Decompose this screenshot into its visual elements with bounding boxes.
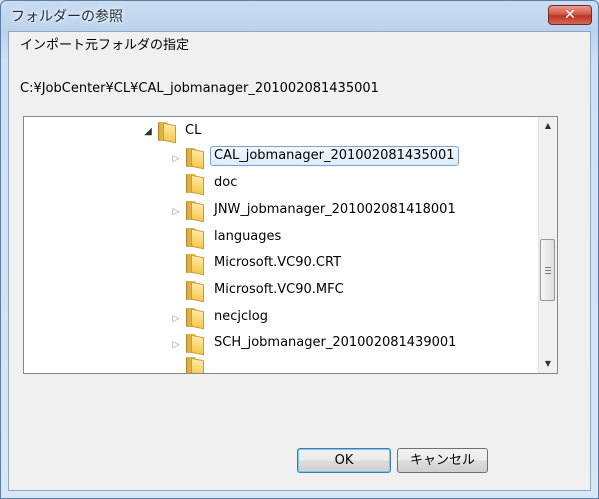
tree-item-label: CAL_jobmanager_201002081435001 — [210, 146, 459, 166]
tree-item-vc90-mfc[interactable]: Microsoft.VC90.MFC — [24, 278, 404, 304]
browse-folder-dialog: フォルダーの参照 ✕ インポート元フォルダの指定 C:¥JobCenter¥CL… — [0, 0, 599, 499]
folder-icon — [184, 228, 206, 250]
tree-expander-icon[interactable]: ▷ — [170, 153, 182, 165]
tree-scrollbar[interactable]: ▲ ▼ — [538, 117, 557, 373]
folder-tree-items: ◢ CL ▷ CAL_jobmanager_201002081435001 do… — [24, 117, 539, 373]
folder-icon — [184, 357, 206, 373]
scroll-thumb[interactable] — [540, 239, 555, 301]
selected-path-text: C:¥JobCenter¥CL¥CAL_jobmanager_201002081… — [20, 81, 379, 96]
folder-icon — [156, 122, 178, 144]
window-title: フォルダーの参照 — [11, 9, 123, 25]
tree-item-cal-jobmanager[interactable]: ▷ CAL_jobmanager_201002081435001 — [24, 145, 459, 171]
tree-item-label: Microsoft.VC90.CRT — [214, 255, 342, 270]
cancel-button[interactable]: キャンセル — [397, 448, 488, 473]
scroll-down-icon[interactable]: ▼ — [539, 355, 557, 373]
tree-item-jnw-jobmanager[interactable]: ▷ JNW_jobmanager_201002081418001 — [24, 198, 456, 224]
tree-expander-icon[interactable]: ▷ — [170, 313, 182, 325]
close-button[interactable]: ✕ — [548, 5, 592, 25]
tree-item-label: doc — [214, 175, 238, 190]
tree-item-doc[interactable]: doc — [24, 171, 404, 197]
tree-item-necjclog[interactable]: ▷ necjclog — [24, 305, 404, 331]
folder-icon — [184, 201, 206, 223]
tree-expander-icon[interactable]: ▷ — [170, 339, 182, 351]
tree-item-vc90-crt[interactable]: Microsoft.VC90.CRT — [24, 251, 404, 277]
tree-item-label: necjclog — [214, 309, 268, 324]
close-icon: ✕ — [564, 7, 576, 23]
tree-item-cl[interactable]: ◢ CL — [24, 119, 404, 145]
tree-item-label: Microsoft.VC90.MFC — [214, 282, 344, 297]
tree-item-label: SCH_jobmanager_201002081439001 — [214, 335, 457, 350]
tree-expander-icon[interactable]: ◢ — [142, 126, 154, 138]
title-bar[interactable]: フォルダーの参照 ✕ — [1, 1, 598, 31]
folder-tree[interactable]: ◢ CL ▷ CAL_jobmanager_201002081435001 do… — [23, 116, 558, 374]
folder-icon — [184, 334, 206, 356]
tree-item-label: CL — [185, 123, 202, 138]
tree-item-label: JNW_jobmanager_201002081418001 — [214, 202, 456, 217]
folder-icon — [184, 148, 206, 170]
ok-button[interactable]: OK — [297, 448, 391, 473]
tree-item-languages[interactable]: languages — [24, 225, 404, 251]
folder-icon — [184, 308, 206, 330]
folder-icon — [184, 281, 206, 303]
scroll-up-icon[interactable]: ▲ — [539, 117, 557, 135]
folder-icon — [184, 174, 206, 196]
folder-icon — [184, 254, 206, 276]
tree-expander-icon[interactable]: ▷ — [170, 206, 182, 218]
instruction-text: インポート元フォルダの指定 — [20, 38, 190, 53]
tree-item-sch-jobmanager[interactable]: ▷ SCH_jobmanager_201002081439001 — [24, 331, 456, 357]
tree-item-label: languages — [214, 229, 282, 244]
